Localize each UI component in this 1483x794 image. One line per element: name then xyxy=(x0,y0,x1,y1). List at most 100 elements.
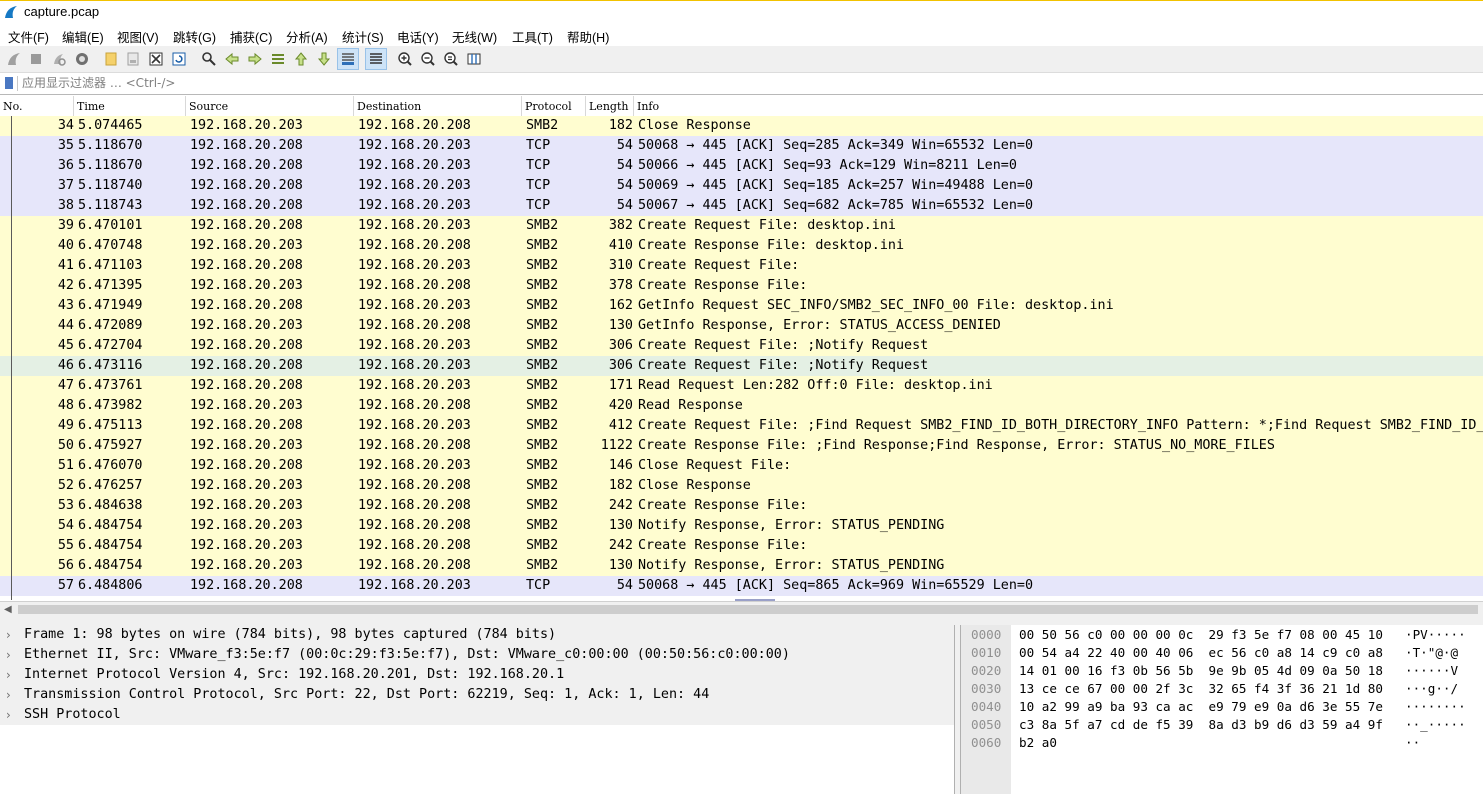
expand-chevron-icon[interactable]: › xyxy=(6,625,11,645)
hexdump-ascii[interactable]: ········ xyxy=(1405,698,1466,716)
detail-row-frame[interactable]: › Frame 1: 98 bytes on wire (784 bits), … xyxy=(0,625,954,645)
open-file-icon[interactable] xyxy=(103,51,119,67)
menu-tools[interactable]: 工具(T) xyxy=(512,27,553,46)
hexdump-hex[interactable]: 13 ce ce 67 00 00 2f 3c 32 65 f4 3f 36 2… xyxy=(1019,680,1383,698)
packet-row[interactable]: 44 6.472089 192.168.20.203 192.168.20.208 SM… xyxy=(0,316,1483,336)
menu-file[interactable]: 文件(F) xyxy=(8,27,49,46)
packet-row[interactable]: 50 6.475927 192.168.20.203 192.168.20.208 SM… xyxy=(0,436,1483,456)
packet-row[interactable]: 41 6.471103 192.168.20.208 192.168.20.203 SM… xyxy=(0,256,1483,276)
detail-row-ethernet[interactable]: › Ethernet II, Src: VMware_f3:5e:f7 (00:… xyxy=(0,645,954,665)
hexdump-ascii[interactable]: ·PV····· xyxy=(1405,626,1466,644)
last-packet-icon[interactable] xyxy=(316,51,332,67)
zoom-in-icon[interactable] xyxy=(397,51,413,67)
find-packet-icon[interactable] xyxy=(201,51,217,67)
close-file-icon[interactable] xyxy=(148,51,164,67)
hexdump-hex[interactable]: 00 50 56 c0 00 00 00 0c 29 f3 5e f7 08 0… xyxy=(1019,626,1383,644)
packet-row[interactable]: 56 6.484754 192.168.20.203 192.168.20.208 SM… xyxy=(0,556,1483,576)
hexdump-hex[interactable]: 00 54 a4 22 40 00 40 06 ec 56 c0 a8 14 c… xyxy=(1019,644,1383,662)
filter-bookmark-icon[interactable] xyxy=(5,77,13,89)
menu-telephony[interactable]: 电话(Y) xyxy=(397,27,439,46)
hexdump-hex[interactable]: b2 a0 xyxy=(1019,734,1057,752)
restart-capture-icon[interactable] xyxy=(51,51,67,67)
menu-wireless[interactable]: 无线(W) xyxy=(452,27,497,46)
packet-row[interactable]: 46 6.473116 192.168.20.208 192.168.20.203 SM… xyxy=(0,356,1483,376)
packet-cell-proto: TCP xyxy=(526,578,551,593)
detail-row-tcp[interactable]: › Transmission Control Protocol, Src Por… xyxy=(0,685,954,705)
packet-row[interactable]: 55 6.484754 192.168.20.203 192.168.20.208 SM… xyxy=(0,536,1483,556)
packet-row[interactable]: 51 6.476070 192.168.20.208 192.168.20.203 SM… xyxy=(0,456,1483,476)
resize-columns-icon[interactable] xyxy=(466,51,482,67)
packet-row[interactable]: 40 6.470748 192.168.20.203 192.168.20.208 SM… xyxy=(0,236,1483,256)
packet-row[interactable]: 54 6.484754 192.168.20.203 192.168.20.208 SM… xyxy=(0,516,1483,536)
scroll-left-icon[interactable]: ◀ xyxy=(4,604,12,615)
packet-row[interactable]: 36 5.118670 192.168.20.208 192.168.20.203 TC… xyxy=(0,156,1483,176)
go-forward-icon[interactable] xyxy=(247,51,263,67)
packet-row[interactable]: 52 6.476257 192.168.20.203 192.168.20.208 SM… xyxy=(0,476,1483,496)
expand-chevron-icon[interactable]: › xyxy=(6,645,11,665)
column-header-length[interactable]: Length xyxy=(586,96,634,116)
packet-row[interactable]: 39 6.470101 192.168.20.208 192.168.20.203 SM… xyxy=(0,216,1483,236)
column-header-time[interactable]: Time xyxy=(74,96,186,116)
detail-row-ip[interactable]: › Internet Protocol Version 4, Src: 192.… xyxy=(0,665,954,685)
column-header-destination[interactable]: Destination xyxy=(354,96,522,116)
hexdump-hex[interactable]: 10 a2 99 a9 ba 93 ca ac e9 79 e9 0a d6 3… xyxy=(1019,698,1383,716)
packet-row[interactable]: 34 5.074465 192.168.20.203 192.168.20.208 SM… xyxy=(0,116,1483,136)
expand-chevron-icon[interactable]: › xyxy=(6,665,11,685)
expand-chevron-icon[interactable]: › xyxy=(6,685,11,705)
packet-cell-len: 1122 xyxy=(600,438,633,453)
start-capture-icon[interactable] xyxy=(6,51,22,67)
column-header-protocol[interactable]: Protocol xyxy=(522,96,586,116)
menu-view[interactable]: 视图(V) xyxy=(117,27,159,46)
packet-row[interactable]: 43 6.471949 192.168.20.208 192.168.20.203 SM… xyxy=(0,296,1483,316)
detail-row-ssh[interactable]: › SSH Protocol xyxy=(0,705,954,725)
first-packet-icon[interactable] xyxy=(293,51,309,67)
packet-row[interactable]: 47 6.473761 192.168.20.208 192.168.20.203 SM… xyxy=(0,376,1483,396)
menu-help[interactable]: 帮助(H) xyxy=(567,27,609,46)
go-to-packet-icon[interactable] xyxy=(270,51,286,67)
packet-row[interactable]: 35 5.118670 192.168.20.208 192.168.20.203 TC… xyxy=(0,136,1483,156)
scrollbar-thumb[interactable] xyxy=(18,605,1478,614)
packet-row[interactable]: 37 5.118740 192.168.20.208 192.168.20.203 TC… xyxy=(0,176,1483,196)
packet-row[interactable]: 38 5.118743 192.168.20.208 192.168.20.203 TC… xyxy=(0,196,1483,216)
packet-cell-src: 192.168.20.208 xyxy=(190,358,303,373)
column-header-info[interactable]: Info xyxy=(634,96,1483,116)
column-header-no[interactable]: No. xyxy=(0,96,74,116)
menu-capture[interactable]: 捕获(C) xyxy=(230,27,272,46)
packet-cell-src: 192.168.20.203 xyxy=(190,398,303,413)
packet-list[interactable]: 34 5.074465 192.168.20.203 192.168.20.208 SM… xyxy=(0,116,1483,600)
expand-chevron-icon[interactable]: › xyxy=(6,705,11,725)
packet-row[interactable]: 57 6.484806 192.168.20.208 192.168.20.203 TC… xyxy=(0,576,1483,596)
hexdump-ascii[interactable]: ······V xyxy=(1405,662,1458,680)
packet-row[interactable]: 53 6.484638 192.168.20.203 192.168.20.208 SM… xyxy=(0,496,1483,516)
menu-edit[interactable]: 编辑(E) xyxy=(62,27,104,46)
hexdump-ascii[interactable]: ···g··/ xyxy=(1405,680,1458,698)
hexdump-ascii[interactable]: ·T·"@·@ xyxy=(1405,644,1458,662)
packet-row[interactable]: 42 6.471395 192.168.20.203 192.168.20.208 SM… xyxy=(0,276,1483,296)
packet-row[interactable]: 49 6.475113 192.168.20.208 192.168.20.203 SM… xyxy=(0,416,1483,436)
menu-statistics[interactable]: 统计(S) xyxy=(342,27,384,46)
packet-cell-proto: SMB2 xyxy=(526,438,559,453)
menu-analyze[interactable]: 分析(A) xyxy=(286,27,328,46)
packet-cell-dst: 192.168.20.203 xyxy=(358,578,471,593)
hexdump-hex[interactable]: c3 8a 5f a7 cd de f5 39 8a d3 b9 d6 d3 5… xyxy=(1019,716,1383,734)
packet-row[interactable]: 45 6.472704 192.168.20.208 192.168.20.203 SM… xyxy=(0,336,1483,356)
save-file-icon[interactable] xyxy=(125,51,141,67)
hexdump-hex[interactable]: 14 01 00 16 f3 0b 56 5b 9e 9b 05 4d 09 0… xyxy=(1019,662,1383,680)
menu-go[interactable]: 跳转(G) xyxy=(173,27,216,46)
display-filter-input[interactable] xyxy=(22,74,1462,92)
packet-bytes-pane[interactable]: 0000 00 50 56 c0 00 00 00 0c 29 f3 5e f7 … xyxy=(960,625,1483,794)
auto-scroll-button[interactable] xyxy=(337,48,359,70)
capture-options-icon[interactable] xyxy=(74,51,90,67)
packet-row[interactable]: 48 6.473982 192.168.20.203 192.168.20.208 SM… xyxy=(0,396,1483,416)
colorize-button[interactable] xyxy=(365,48,387,70)
reload-file-icon[interactable] xyxy=(171,51,187,67)
zoom-out-icon[interactable] xyxy=(420,51,436,67)
go-back-icon[interactable] xyxy=(224,51,240,67)
hexdump-ascii[interactable]: ·· xyxy=(1405,734,1420,752)
stop-capture-icon[interactable] xyxy=(28,51,44,67)
column-header-source[interactable]: Source xyxy=(186,96,354,116)
hexdump-ascii[interactable]: ··_····· xyxy=(1405,716,1466,734)
packet-list-hscrollbar[interactable]: ◀ xyxy=(0,601,1483,617)
zoom-normal-icon[interactable] xyxy=(443,51,459,67)
pane-splitter[interactable] xyxy=(0,617,1483,625)
